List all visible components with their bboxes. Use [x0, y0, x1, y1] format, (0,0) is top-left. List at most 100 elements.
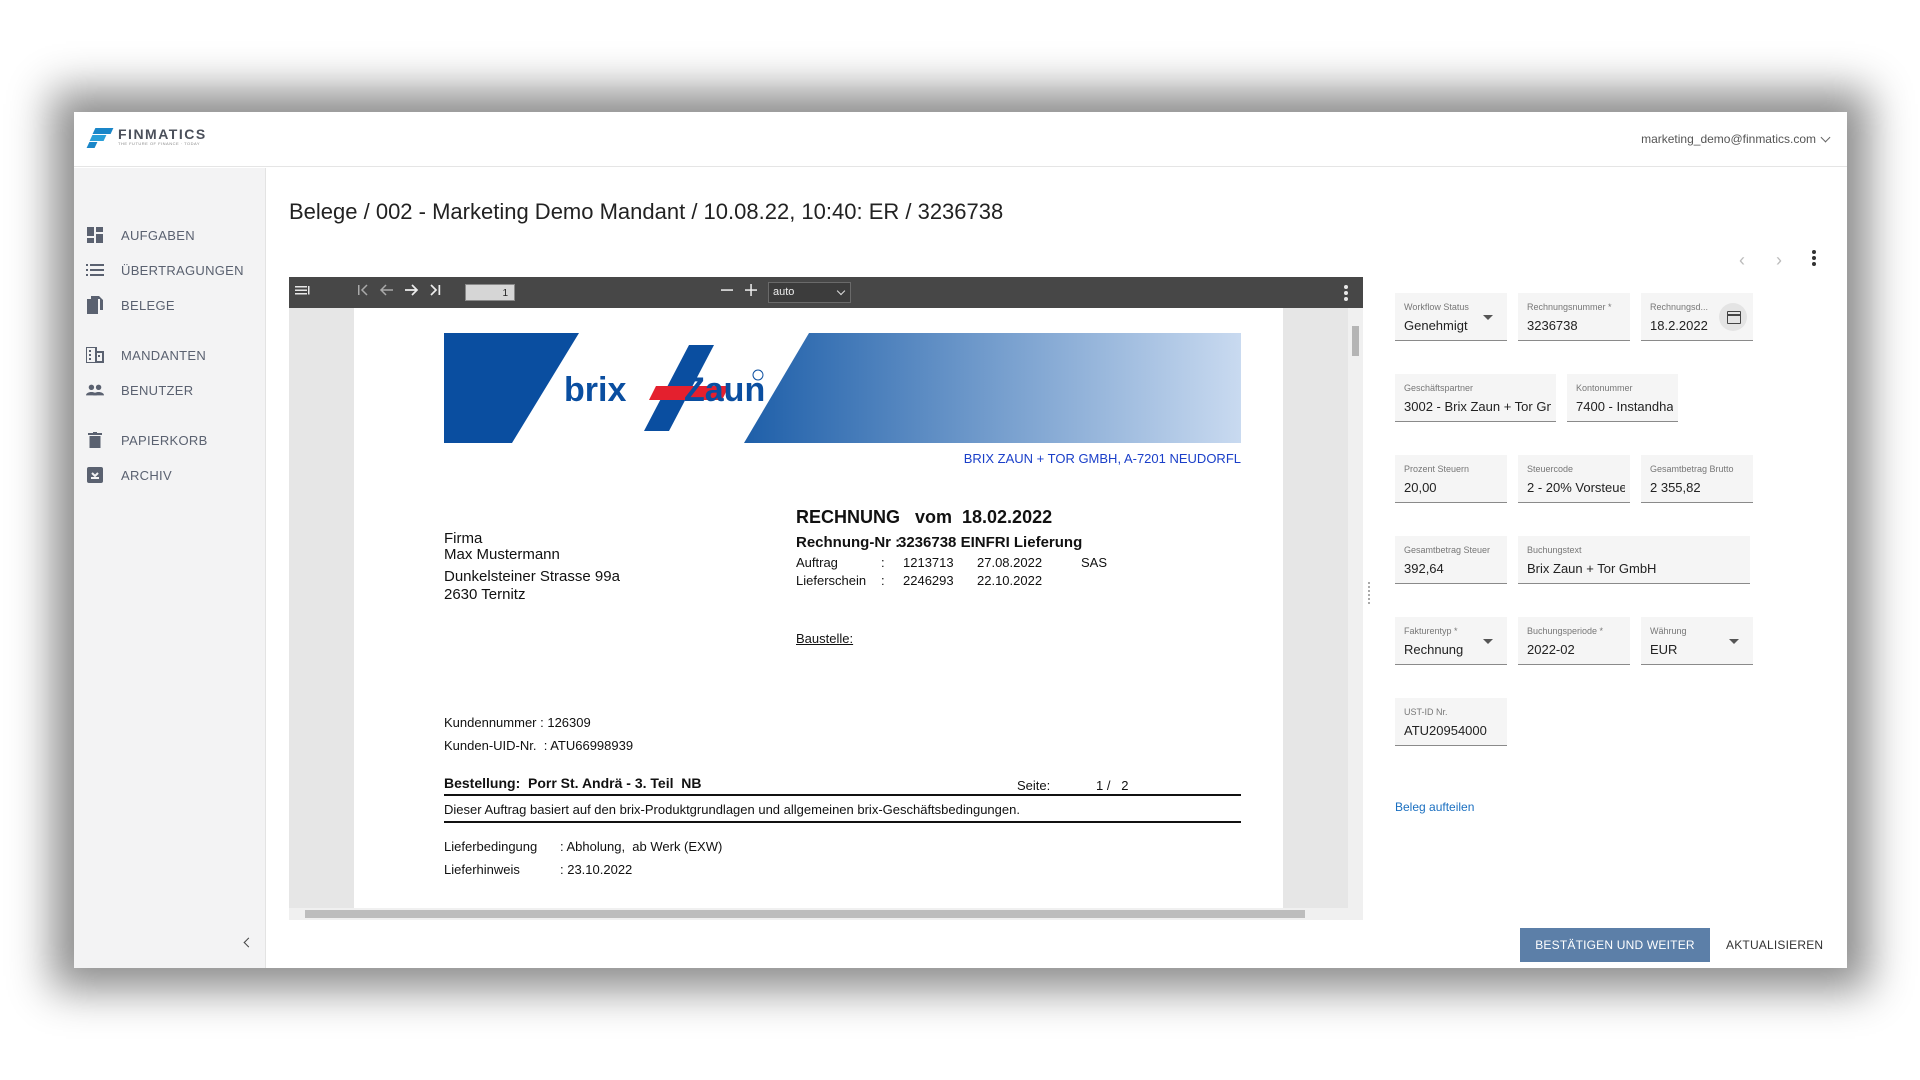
- address-line-1: Firma: [444, 530, 483, 547]
- previous-page-arrow-icon[interactable]: [379, 283, 395, 301]
- field-label: Workflow Status: [1404, 302, 1469, 312]
- currency-select[interactable]: Währung EUR: [1641, 617, 1753, 665]
- dropdown-arrow-icon: [1729, 639, 1739, 644]
- calendar-icon[interactable]: [1719, 303, 1747, 331]
- confirm-and-continue-button[interactable]: BESTÄTIGEN UND WEITER: [1520, 928, 1710, 962]
- building-icon: [86, 346, 104, 364]
- invoice-type-select[interactable]: Fakturentyp * Rechnung: [1395, 617, 1507, 665]
- top-bar: FINMATICS THE FUTURE OF FINANCE · TODAY …: [74, 112, 1847, 167]
- field-label: Rechnungsd...: [1650, 302, 1709, 312]
- list-icon: [86, 261, 104, 279]
- lieferschein-label: Lieferschein: [796, 573, 867, 588]
- refresh-button[interactable]: AKTUALISIEREN: [1726, 928, 1823, 962]
- first-page-icon[interactable]: [355, 283, 371, 301]
- zoom-value: auto: [773, 286, 795, 298]
- zoom-in-icon[interactable]: [743, 283, 759, 301]
- auftrag-label: Auftrag: [796, 555, 838, 570]
- field-label: Buchungstext: [1527, 545, 1582, 555]
- field-value: Genehmigt: [1404, 318, 1468, 333]
- sidebar-toggle-icon[interactable]: [295, 283, 311, 301]
- auftrag-number: 1213713: [903, 555, 954, 570]
- user-email: marketing_demo@finmatics.com: [1641, 132, 1816, 146]
- lieferschein-colon: :: [881, 573, 885, 588]
- field-value: ATU20954000: [1404, 723, 1487, 738]
- field-value: 2022-02: [1527, 642, 1575, 657]
- pdf-viewer[interactable]: 1 auto brix Zaun BRIX ZAUN + TOR GMBH, A…: [289, 277, 1363, 920]
- previous-document-chevron-left-icon[interactable]: ‹: [1739, 250, 1745, 271]
- document-copy-icon: [86, 296, 104, 314]
- next-page-arrow-icon[interactable]: [403, 283, 419, 301]
- collapse-sidebar-chevron-left-icon[interactable]: [240, 936, 254, 950]
- divider: [444, 794, 1241, 796]
- split-document-link[interactable]: Beleg aufteilen: [1395, 800, 1474, 814]
- next-document-chevron-right-icon[interactable]: ›: [1776, 250, 1782, 271]
- last-page-icon[interactable]: [427, 283, 443, 301]
- zoom-out-icon[interactable]: [719, 283, 735, 301]
- address-line-4: 2630 Ternitz: [444, 586, 526, 603]
- lieferschein-number: 2246293: [903, 573, 954, 588]
- more-vertical-icon[interactable]: [1812, 250, 1816, 266]
- trash-icon: [86, 431, 104, 449]
- chevron-down-icon: [1820, 132, 1831, 142]
- field-label: Rechnungsnummer *: [1527, 302, 1612, 312]
- app-window: FINMATICS THE FUTURE OF FINANCE · TODAY …: [74, 112, 1847, 968]
- page-number-input[interactable]: 1: [465, 284, 515, 301]
- tax-total-field[interactable]: Gesamtbetrag Steuer 392,64: [1395, 536, 1507, 584]
- field-label: Gesamtbetrag Brutto: [1650, 464, 1734, 474]
- tax-percent-field[interactable]: Prozent Steuern 20,00: [1395, 455, 1507, 503]
- field-value: Rechnung: [1404, 642, 1464, 657]
- field-label: Buchungsperiode *: [1527, 626, 1604, 636]
- dropdown-arrow-icon: [1483, 639, 1493, 644]
- field-value: 20,00: [1404, 480, 1437, 495]
- invoice-number-field[interactable]: Rechnungsnummer * 3236738: [1518, 293, 1630, 341]
- field-value: 18.2.2022: [1650, 318, 1708, 333]
- lieferschein-date: 22.10.2022: [977, 573, 1043, 588]
- workflow-status-select[interactable]: Workflow Status Genehmigt: [1395, 293, 1507, 341]
- sidebar-item-label: AUFGABEN: [121, 227, 195, 243]
- field-value: 7400 - Instandhaltung: [1576, 399, 1673, 414]
- invoice-date-field[interactable]: Rechnungsd... 18.2.2022: [1641, 293, 1753, 341]
- invoice-heading: RECHNUNG vom 18.02.2022: [796, 507, 1053, 527]
- sidebar-item-benutzer[interactable]: BENUTZER: [74, 375, 266, 405]
- tax-code-field[interactable]: Steuercode 2 - 20% Vorsteuer: [1518, 455, 1630, 503]
- field-value: Brix Zaun + Tor GmbH: [1527, 561, 1657, 576]
- gross-total-field[interactable]: Gesamtbetrag Brutto 2 355,82: [1641, 455, 1753, 503]
- finmatics-logo[interactable]: FINMATICS THE FUTURE OF FINANCE · TODAY: [86, 126, 207, 148]
- field-value: EUR: [1650, 642, 1678, 657]
- delivery-note-label: Lieferhinweis: [444, 862, 520, 877]
- field-label: Kontonummer: [1576, 383, 1633, 393]
- sidebar-item-label: ÜBERTRAGUNGEN: [121, 262, 244, 278]
- resize-handle[interactable]: [1367, 582, 1371, 612]
- business-partner-field[interactable]: Geschäftspartner 3002 - Brix Zaun + Tor …: [1395, 374, 1556, 422]
- address-line-3: Dunkelsteiner Strasse 99a: [444, 568, 620, 585]
- user-menu[interactable]: marketing_demo@finmatics.com: [1641, 132, 1831, 146]
- sidebar-item-belege[interactable]: BELEGE: [74, 290, 266, 320]
- address-line-2: Max Mustermann: [444, 546, 560, 563]
- sidebar-item-archiv[interactable]: ARCHIV: [74, 460, 266, 490]
- brand-name: FINMATICS: [118, 126, 207, 142]
- vertical-scrollbar[interactable]: [1348, 308, 1363, 908]
- field-label: Fakturentyp *: [1404, 626, 1458, 636]
- delivery-note-value: : 23.10.2022: [560, 862, 633, 877]
- field-value: 3236738: [1527, 318, 1578, 333]
- dashboard-icon: [86, 226, 104, 244]
- zoom-select[interactable]: auto: [768, 282, 851, 303]
- booking-text-field[interactable]: Buchungstext Brix Zaun + Tor GmbH: [1518, 536, 1750, 584]
- sidebar-item-aufgaben[interactable]: AUFGABEN: [74, 220, 266, 250]
- sidebar-item-papierkorb[interactable]: PAPIERKORB: [74, 425, 266, 455]
- booking-period-field[interactable]: Buchungsperiode * 2022-02: [1518, 617, 1630, 665]
- pdf-toolbar: 1 auto: [289, 277, 1363, 308]
- field-label: Gesamtbetrag Steuer: [1404, 545, 1491, 555]
- field-label: UST-ID Nr.: [1404, 707, 1448, 717]
- account-number-field[interactable]: Kontonummer 7400 - Instandhaltung: [1567, 374, 1678, 422]
- auftrag-extra: SAS: [1081, 555, 1108, 570]
- more-vertical-icon[interactable]: [1344, 285, 1348, 301]
- company-line: BRIX ZAUN + TOR GMBH, A-7201 NEUDORFL: [963, 451, 1241, 466]
- horizontal-scrollbar[interactable]: [289, 908, 1363, 920]
- auftrag-colon: :: [881, 555, 885, 570]
- vat-id-field[interactable]: UST-ID Nr. ATU20954000: [1395, 698, 1507, 746]
- invoice-number-label: Rechnung-Nr :: [796, 534, 901, 551]
- field-label: Prozent Steuern: [1404, 464, 1470, 474]
- sidebar-item-mandanten[interactable]: MANDANTEN: [74, 340, 266, 370]
- sidebar-item-uebertragungen[interactable]: ÜBERTRAGUNGEN: [74, 255, 266, 285]
